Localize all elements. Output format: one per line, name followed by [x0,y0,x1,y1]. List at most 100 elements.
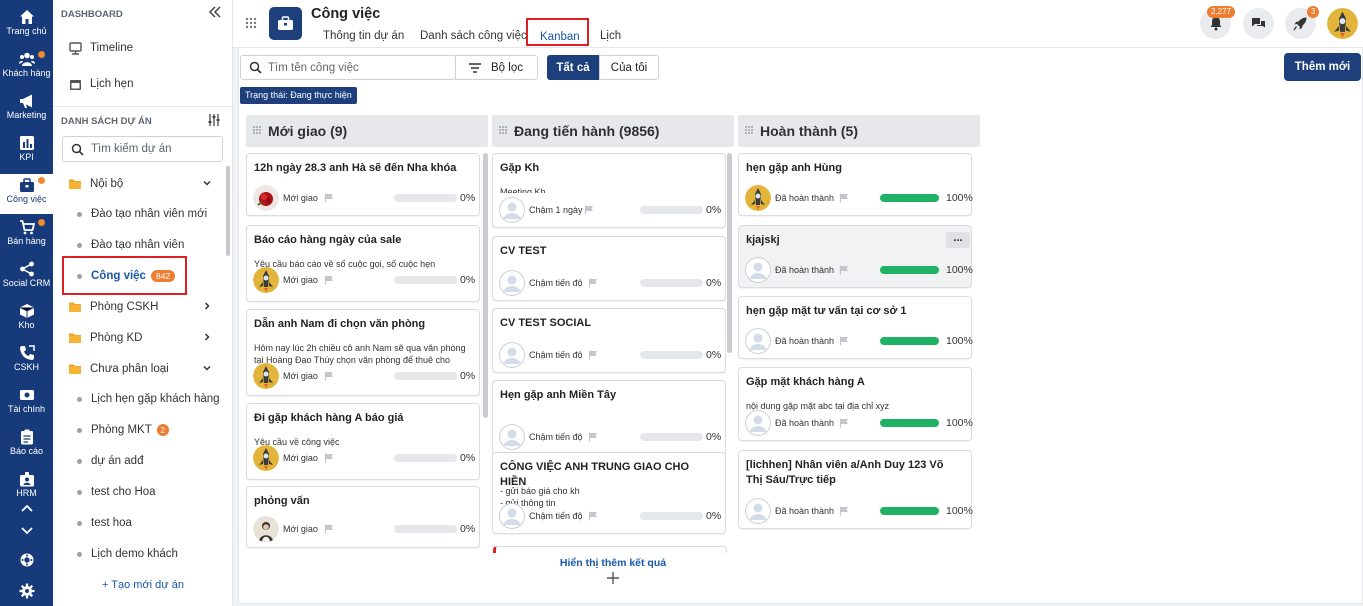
flag-icon[interactable] [588,510,598,521]
flag-icon[interactable] [839,264,849,275]
assignee-avatar[interactable] [745,257,771,283]
project-group[interactable]: Chưa phân loại [53,354,225,384]
task-card[interactable]: Báo cáo hàng ngày của sale Yêu cầu báo cá… [246,225,480,302]
assignee-avatar[interactable] [745,328,771,354]
show-more-link[interactable]: Hiển thị thêm kết quả [492,557,734,569]
assignee-avatar[interactable] [745,185,771,211]
task-card[interactable]: CV TEST SOCIAL Chậm tiến độ 0% [492,308,726,373]
task-card[interactable]: 12h ngày 28.3 anh Hà sẽ đến Nha khóa Mới … [246,153,480,216]
tab-task-list[interactable]: Danh sách công việc [420,30,527,42]
collapse-panel-icon[interactable] [208,5,226,21]
chevron-down-icon[interactable] [0,522,53,541]
assignee-avatar[interactable] [253,516,279,542]
assignee-avatar[interactable] [499,342,525,368]
tab-project-info[interactable]: Thông tin dự án [323,30,404,42]
assignee-avatar[interactable] [499,270,525,296]
task-card[interactable]: hẹn gặp anh Hùng Đã hoàn thành 100% [738,153,973,216]
task-search-input[interactable]: Tìm tên công việc [240,55,456,80]
rail-item-report[interactable]: Báo cáo [0,426,53,466]
flag-icon[interactable] [588,349,598,360]
rail-item-briefcase[interactable]: Công việc [0,174,53,214]
project-item[interactable]: test hoa [53,508,225,538]
flag-icon[interactable] [588,277,598,288]
flag-icon[interactable] [839,505,849,516]
nav-calendar[interactable]: Lịch hẹn [53,69,225,99]
task-card[interactable]: Đi gặp khách hàng A báo giá Yêu cầu về cô… [246,403,480,480]
project-item[interactable]: Lịch hẹn gặp khách hàng [53,384,225,414]
assignee-avatar[interactable] [499,424,525,450]
task-card[interactable]: CV TEST Chậm tiến độ 0% [492,236,726,301]
project-item[interactable]: Đào tạo nhân viên mới [53,199,225,229]
flag-icon[interactable] [839,335,849,346]
column-scrollbar[interactable] [483,153,488,418]
rail-item-phone[interactable]: CSKH [0,342,53,382]
flag-icon[interactable] [839,192,849,203]
nav-timeline[interactable]: Timeline [53,33,225,63]
tab-kanban[interactable]: Kanban [540,31,580,43]
gear-icon[interactable] [0,583,53,602]
rail-item-share[interactable]: Social CRM [0,258,53,298]
task-card[interactable]: phỏng vấn Mới giao 0% [246,486,480,548]
status-filter-chip[interactable]: Trạng thái: Đang thực hiện [240,87,357,104]
column-header[interactable]: Đang tiến hành (9856) [492,115,734,147]
more-options-button[interactable]: ... [946,232,970,248]
drag-handle-icon[interactable] [252,124,262,138]
project-search-input[interactable]: Tìm kiếm dự án [62,136,223,162]
task-card[interactable]: CÔNG VIỆC ANH TRUNG GIAO CHO HIỀN - gửi b… [492,452,726,534]
project-item[interactable]: Đào tạo nhân viên [53,230,225,260]
project-group[interactable]: Nội bộ [53,169,225,199]
column-header[interactable]: Hoàn thành (5) [738,115,980,147]
rail-item-home[interactable]: Trang chủ [0,6,53,46]
user-avatar[interactable] [1327,8,1358,39]
assignee-avatar[interactable] [253,445,279,471]
flag-icon[interactable] [324,452,334,463]
project-item[interactable]: dự án adđ [53,446,225,476]
task-card[interactable]: kjajskj Đã hoàn thành 100%... [738,225,973,288]
task-card[interactable]: Dẫn anh Nam đi chọn văn phòng Hôm nay lúc… [246,309,480,396]
assignee-avatar[interactable] [253,267,279,293]
chevron-up-icon[interactable] [0,500,53,519]
assignee-avatar[interactable] [253,185,279,211]
task-card[interactable]: Gặp Kh Meeting Kh Chậm 1 ngày 0% [492,153,726,228]
filter-button[interactable]: Bộ lọc [455,55,538,80]
drag-handle-icon[interactable] [744,124,754,138]
flag-icon[interactable] [588,431,598,442]
task-card[interactable]: hẹn gặp mặt tư vấn tại cơ sở 1 Đã hoàn th… [738,296,973,359]
assignee-avatar[interactable] [499,503,525,529]
flag-icon[interactable] [324,370,334,381]
support-icon[interactable] [0,552,53,571]
rail-item-cart[interactable]: Bán hàng [0,216,53,256]
new-project-link[interactable]: + Tạo mới dự án [53,579,233,591]
add-task-button[interactable]: Thêm mới [1284,53,1361,81]
flag-icon[interactable] [324,523,334,534]
rail-item-users[interactable]: Khách hàng [0,48,53,88]
project-item[interactable]: Phòng MKT 2 [53,415,225,445]
project-item[interactable]: Công việc 842 [53,261,225,291]
assignee-avatar[interactable] [745,410,771,436]
task-card[interactable]: Gặp mặt khách hàng A nội dung gặp mặt abc… [738,367,973,441]
panel-scrollbar[interactable] [226,166,230,256]
task-card[interactable]: Hẹn gặp anh Miền Tây Chậm tiến độ 0% [492,380,726,455]
project-group[interactable]: Phòng KD [53,323,225,353]
flag-icon[interactable] [839,417,849,428]
apps-grid-icon[interactable] [245,17,257,32]
drag-handle-icon[interactable] [498,124,508,138]
rail-item-money[interactable]: Tài chính [0,384,53,424]
rail-item-box[interactable]: Kho [0,300,53,340]
project-item[interactable]: test cho Hoa [53,477,225,507]
flag-icon[interactable] [324,274,334,285]
column-header[interactable]: Mới giao (9) [246,115,488,147]
sliders-icon[interactable] [207,113,221,130]
flag-icon[interactable] [324,192,334,203]
plus-icon[interactable] [492,571,734,588]
task-card[interactable]: [lichhen] Nhân viên a/Anh Duy 123 Võ Thị… [738,450,973,529]
flag-icon[interactable] [584,204,594,215]
tab-calendar[interactable]: Lịch [600,30,621,42]
assignee-avatar[interactable] [499,197,525,223]
project-group[interactable]: Phòng CSKH [53,292,225,322]
rail-item-chart[interactable]: KPI [0,132,53,172]
assignee-avatar[interactable] [253,363,279,389]
filter-all-button[interactable]: Tất cả [547,55,599,80]
filter-mine-button[interactable]: Của tôi [599,55,659,80]
rail-item-megaphone[interactable]: Marketing [0,90,53,130]
